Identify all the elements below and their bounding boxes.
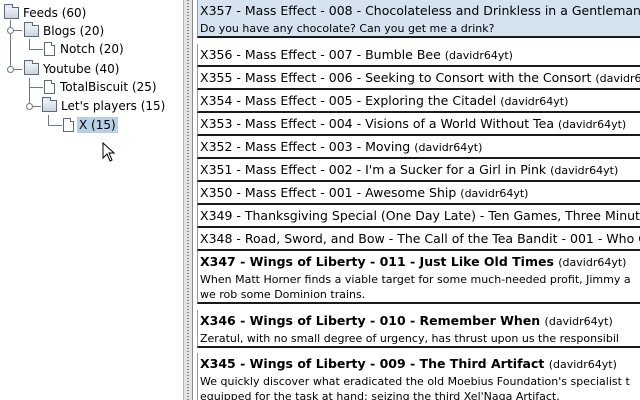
document-icon — [63, 118, 74, 132]
tree-node-label: X (15) — [77, 117, 118, 133]
expand-handle-blogs[interactable] — [7, 27, 14, 34]
feed-item-title: X353 - Mass Effect - 004 - Visions of a … — [198, 113, 640, 134]
feed-item-title: X352 - Mass Effect - 003 - Moving (david… — [198, 136, 640, 157]
feed-item-title-text: X350 - Mass Effect - 001 - Awesome Ship — [200, 185, 457, 200]
tree-node-totalbiscuit[interactable]: TotalBiscuit (25) — [42, 78, 159, 96]
feed-item[interactable]: X354 - Mass Effect - 005 - Exploring the… — [197, 90, 640, 113]
folder-icon — [24, 22, 39, 37]
feed-item-title: X355 - Mass Effect - 006 - Seeking to Co… — [198, 67, 640, 88]
tree-node-feeds[interactable]: Feeds (60) — [4, 4, 88, 22]
feed-item-title-text: X349 - Thanksgiving Special (One Day Lat… — [200, 208, 640, 223]
feed-item[interactable]: X345 - Wings of Liberty - 009 - The Thir… — [197, 353, 640, 400]
tree-node-label: Feeds (60) — [23, 6, 87, 20]
folder-icon — [4, 4, 19, 19]
document-icon — [44, 42, 55, 56]
split-pane-divider[interactable] — [183, 0, 193, 400]
feed-item-title: X349 - Thanksgiving Special (One Day Lat… — [198, 205, 640, 226]
feed-item-list[interactable]: X357 - Mass Effect - 008 - Chocolateless… — [193, 0, 640, 400]
tree-node-letsplayers[interactable]: Let's players (15) — [42, 97, 167, 115]
tree-node-label: Let's players (15) — [61, 99, 166, 113]
feed-item-author: (davidr64yt) — [558, 256, 627, 269]
feed-item-title-text: X354 - Mass Effect - 005 - Exploring the… — [200, 93, 497, 108]
feed-item-title-text: X357 - Mass Effect - 008 - Chocolateless… — [200, 3, 640, 18]
feed-item-title: X351 - Mass Effect - 002 - I'm a Sucker … — [198, 159, 640, 180]
mouse-pointer-icon — [102, 142, 116, 162]
tree-connector — [29, 39, 30, 49]
feed-item-title: X347 - Wings of Liberty - 011 - Just Lik… — [198, 251, 640, 272]
feed-item-author: (davidr64yt) — [557, 118, 627, 131]
feed-item-author: (davidr64yt) — [548, 358, 617, 371]
tree-node-label: Blogs (20) — [43, 24, 105, 38]
feed-item-title: X345 - Wings of Liberty - 009 - The Thir… — [198, 353, 640, 374]
feed-item[interactable]: X352 - Mass Effect - 003 - Moving (david… — [197, 136, 640, 159]
feed-item[interactable]: X350 - Mass Effect - 001 - Awesome Ship … — [197, 182, 640, 205]
feed-item-title-text: X346 - Wings of Liberty - 010 - Remember… — [200, 313, 541, 328]
feed-item[interactable]: X353 - Mass Effect - 004 - Visions of a … — [197, 113, 640, 136]
feed-item-description: Do you have any chocolate? Can you get m… — [200, 22, 495, 35]
feed-item-title-text: X355 - Mass Effect - 006 - Seeking to Co… — [200, 70, 592, 85]
expand-handle-letsplayers[interactable] — [26, 103, 33, 110]
tree-connector — [48, 115, 49, 125]
feed-item-title-text: X347 - Wings of Liberty - 011 - Just Lik… — [200, 254, 554, 269]
feed-item[interactable]: X355 - Mass Effect - 006 - Seeking to Co… — [197, 67, 640, 90]
feed-item[interactable]: X357 - Mass Effect - 008 - Chocolateless… — [197, 0, 640, 38]
feed-item-author: (davidr64yt) — [595, 72, 640, 85]
feed-item-title-text: X345 - Wings of Liberty - 009 - The Thir… — [200, 356, 545, 371]
tree-connector — [29, 49, 43, 50]
tree-node-x[interactable]: X (15) — [61, 116, 118, 134]
feed-item-title: X348 - Road, Sword, and Bow - The Call o… — [198, 228, 640, 249]
feed-item-title-text: X356 - Mass Effect - 007 - Bumble Bee — [200, 47, 441, 62]
feed-tree[interactable]: Feeds (60) Blogs (20) Notch (20) Youtube… — [0, 0, 183, 400]
tree-connector — [48, 125, 62, 126]
tree-connector — [29, 87, 43, 88]
feed-item[interactable]: X351 - Mass Effect - 002 - I'm a Sucker … — [197, 159, 640, 182]
feed-item-title: X346 - Wings of Liberty - 010 - Remember… — [198, 310, 640, 331]
feed-item-title: X354 - Mass Effect - 005 - Exploring the… — [198, 90, 640, 111]
folder-icon — [42, 97, 57, 112]
feed-item-title-text: X353 - Mass Effect - 004 - Visions of a … — [200, 116, 554, 131]
tree-node-label: Youtube (40) — [43, 62, 120, 76]
tree-node-label: Notch (20) — [60, 42, 124, 56]
feed-item-title-text: X351 - Mass Effect - 002 - I'm a Sucker … — [200, 162, 547, 177]
feed-item[interactable]: X348 - Road, Sword, and Bow - The Call o… — [197, 228, 640, 251]
feed-item[interactable]: X349 - Thanksgiving Special (One Day Lat… — [197, 205, 640, 228]
expand-handle-youtube[interactable] — [7, 66, 14, 73]
tree-node-blogs[interactable]: Blogs (20) — [24, 22, 106, 40]
tree-node-youtube[interactable]: Youtube (40) — [24, 60, 121, 78]
feed-item-description: When Matt Horner finds a viable target f… — [200, 273, 631, 301]
feed-item-author: (davidr64yt) — [444, 49, 513, 62]
feed-item[interactable]: X347 - Wings of Liberty - 011 - Just Lik… — [197, 251, 640, 304]
feed-item[interactable]: X346 - Wings of Liberty - 010 - Remember… — [197, 310, 640, 348]
feed-item-title-text: X352 - Mass Effect - 003 - Moving — [200, 139, 411, 154]
feed-item-author: (davidr64yt) — [414, 141, 483, 154]
feed-item-title: X356 - Mass Effect - 007 - Bumble Bee (d… — [198, 44, 640, 65]
tree-node-label: TotalBiscuit (25) — [60, 80, 157, 94]
feed-item-description: We quickly discover what eradicated the … — [200, 375, 630, 400]
tree-node-notch[interactable]: Notch (20) — [42, 40, 126, 58]
feed-item-author: (davidr64yt) — [544, 315, 613, 328]
feed-item-author: (davidr64yt) — [500, 95, 569, 108]
feed-item-author: (davidr64yt) — [460, 187, 529, 200]
feed-item-description: Zeratul, with no small degree of urgency… — [200, 332, 619, 345]
feed-item-title: X357 - Mass Effect - 008 - Chocolateless… — [198, 0, 640, 21]
document-icon — [44, 80, 55, 94]
feed-item[interactable]: X356 - Mass Effect - 007 - Bumble Bee (d… — [197, 44, 640, 67]
feed-item-title-text: X348 - Road, Sword, and Bow - The Call o… — [200, 231, 640, 246]
feed-item-author: (davidr64yt) — [550, 164, 619, 177]
folder-icon — [24, 60, 39, 75]
feed-item-title: X350 - Mass Effect - 001 - Awesome Ship … — [198, 182, 640, 203]
